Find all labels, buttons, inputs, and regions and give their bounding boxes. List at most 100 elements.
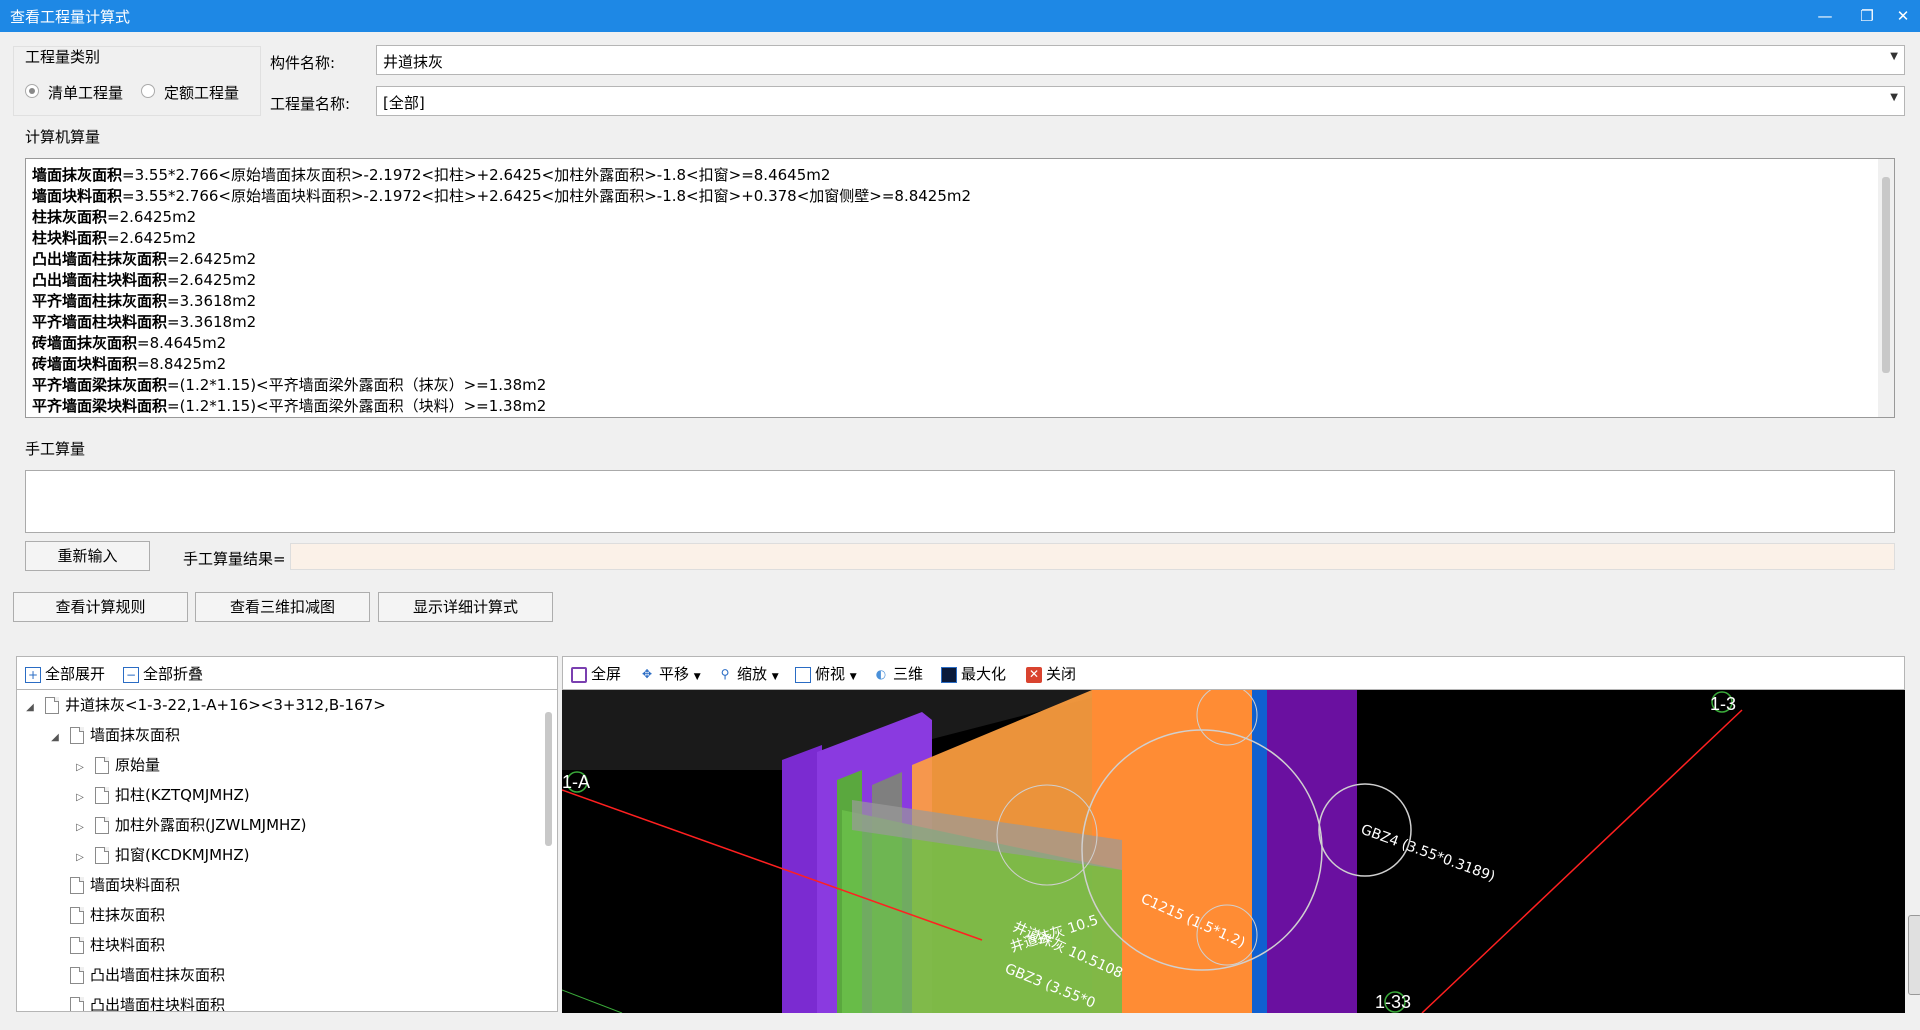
- edge-blue: [1252, 690, 1267, 1013]
- axis-label-13: 1-3: [1710, 694, 1736, 714]
- tree-node-label: 井道抹灰<1-3-22,1-A+16><3+312,B-167>: [65, 696, 386, 714]
- 3d-view-canvas[interactable]: 1-A 1-3 1-33 GBZ4 (3.55*0.3189) C1215 (1…: [562, 690, 1905, 1013]
- calc-line: 砖墙面块料面积=8.8425m2: [32, 354, 1882, 375]
- tree-node[interactable]: 柱块料面积: [48, 930, 165, 960]
- chevron-down-icon: ▼: [1890, 51, 1898, 62]
- 3d-scene: 1-A 1-3 1-33 GBZ4 (3.55*0.3189) C1215 (1…: [562, 690, 1743, 1013]
- expand-all-button[interactable]: + 全部展开: [25, 663, 105, 685]
- calc-line: 平齐墙面梁块料面积=(1.2*1.15)<平齐墙面梁外露面积（块料）>=1.38…: [32, 396, 1882, 417]
- minimize-icon[interactable]: —: [1810, 4, 1840, 28]
- expander-icon[interactable]: ▷: [73, 783, 87, 813]
- view-toolbar: 全屏 ✥ 平移 ▼ ⚲ 缩放 ▼ 俯视 ▼ ◐ 三维 最大化 ✕ 关闭: [562, 656, 1905, 690]
- window-titlebar[interactable]: 查看工程量计算式 — ❐ ✕: [0, 0, 1920, 32]
- expand-all-label: 全部展开: [45, 665, 106, 683]
- document-icon: [70, 967, 84, 984]
- calc-line-expr: =8.4645m2: [137, 334, 227, 352]
- tree-node[interactable]: 柱抹灰面积: [48, 900, 165, 930]
- radio-list-quantity[interactable]: [25, 84, 39, 98]
- fullscreen-button[interactable]: 全屏: [571, 663, 621, 685]
- axis-label-133: 1-33: [1375, 992, 1411, 1012]
- computer-calc-box[interactable]: 墙面抹灰面积=3.55*2.766<原始墙面抹灰面积>-2.1972<扣柱>+2…: [25, 158, 1895, 418]
- expander-icon[interactable]: ◢: [23, 693, 37, 723]
- tree-node[interactable]: 凸出墙面柱块料面积: [48, 990, 225, 1011]
- calc-line-expr: =2.6425m2: [107, 208, 197, 226]
- expander-icon[interactable]: ▷: [73, 753, 87, 783]
- close-icon: ✕: [1026, 666, 1042, 683]
- document-icon: [45, 697, 59, 714]
- calc-line: 凸出墙面柱块料面积=2.6425m2: [32, 270, 1882, 291]
- collapse-all-button[interactable]: − 全部折叠: [123, 663, 203, 685]
- calc-line: 柱块料面积=2.6425m2: [32, 228, 1882, 249]
- reinput-button[interactable]: 重新输入: [25, 541, 150, 571]
- tree-node[interactable]: ▷ 加柱外露面积(JZWLMJMHZ): [73, 810, 306, 840]
- pan-button[interactable]: ✥ 平移 ▼: [639, 663, 701, 685]
- calc-line-name: 墙面抹灰面积: [32, 166, 123, 184]
- calc-line-expr: =3.55*2.766<原始墙面块料面积>-2.1972<扣柱>+2.6425<…: [122, 187, 972, 205]
- calc-scrollbar-thumb[interactable]: [1882, 177, 1890, 373]
- edge-scroll-handle[interactable]: [1908, 915, 1920, 995]
- plus-icon: +: [25, 666, 41, 683]
- tree-node-label: 柱块料面积: [90, 936, 166, 954]
- restore-icon[interactable]: ❐: [1852, 4, 1882, 28]
- 3d-button[interactable]: ◐ 三维: [873, 663, 923, 685]
- tree-node-label: 墙面抹灰面积: [90, 726, 181, 744]
- tree-node[interactable]: ▷ 扣柱(KZTQMJMHZ): [73, 780, 250, 810]
- sphere-icon: ◐: [875, 666, 887, 681]
- maximize-button[interactable]: 最大化: [941, 663, 1006, 685]
- calc-scrollbar[interactable]: [1878, 159, 1894, 417]
- tree-scrollbar-thumb[interactable]: [545, 712, 552, 846]
- radio-list-quantity-label[interactable]: 清单工程量: [48, 82, 123, 103]
- expander-icon[interactable]: ◢: [48, 723, 62, 753]
- document-icon: [70, 727, 84, 744]
- close-icon[interactable]: ✕: [1888, 4, 1918, 28]
- calc-line: 砖墙面抹灰面积=8.4645m2: [32, 333, 1882, 354]
- zoom-button[interactable]: ⚲ 缩放 ▼: [717, 663, 779, 685]
- expander-icon[interactable]: ▷: [73, 843, 87, 873]
- manual-input[interactable]: [25, 470, 1895, 533]
- axis-label-1A: 1-A: [562, 772, 590, 792]
- view-3d-deduction-button[interactable]: 查看三维扣减图: [195, 592, 370, 622]
- calc-line-name: 柱块料面积: [32, 229, 108, 247]
- view-rules-button[interactable]: 查看计算规则: [13, 592, 188, 622]
- show-detail-formula-button[interactable]: 显示详细计算式: [378, 592, 553, 622]
- tree-node[interactable]: ▷ 原始量: [73, 750, 160, 780]
- quantity-label: 工程量名称:: [270, 95, 351, 113]
- calc-line-name: 平齐墙面梁抹灰面积: [32, 376, 168, 394]
- tree-node[interactable]: ▷ 扣窗(KCDKMJMHZ): [73, 840, 249, 870]
- tree-node[interactable]: ◢ 井道抹灰<1-3-22,1-A+16><3+312,B-167>: [23, 690, 386, 720]
- calc-line: 平齐墙面柱抹灰面积=3.3618m2: [32, 291, 1882, 312]
- calc-line-name: 凸出墙面柱块料面积: [32, 271, 168, 289]
- calc-line-name: 平齐墙面柱抹灰面积: [32, 292, 168, 310]
- wall-purple-right: [1267, 690, 1357, 1013]
- 3d-label: 三维: [893, 665, 924, 683]
- quantity-select[interactable]: [全部] ▼: [376, 86, 1905, 116]
- tree-node[interactable]: 凸出墙面柱抹灰面积: [48, 960, 225, 990]
- window-title: 查看工程量计算式: [10, 8, 131, 26]
- tree-scrollbar[interactable]: [541, 690, 557, 1011]
- component-select[interactable]: 井道抹灰 ▼: [376, 45, 1905, 75]
- magnifier-icon: ⚲: [720, 666, 730, 681]
- calc-line-name: 平齐墙面梁块料面积: [32, 397, 168, 415]
- calc-line-expr: =3.3618m2: [167, 292, 257, 310]
- radio-quota-quantity-label[interactable]: 定额工程量: [164, 82, 239, 103]
- expander-icon[interactable]: ▷: [73, 813, 87, 843]
- calc-line-expr: =2.6425m2: [167, 250, 257, 268]
- calc-line-expr: =8.8425m2: [137, 355, 227, 373]
- tree-node[interactable]: 墙面块料面积: [48, 870, 180, 900]
- close-view-button[interactable]: ✕ 关闭: [1026, 663, 1076, 685]
- axis-line-green: [562, 989, 623, 1013]
- column-purple-left: [782, 745, 822, 1013]
- tree-node[interactable]: ◢ 墙面抹灰面积: [48, 720, 180, 750]
- calc-tree[interactable]: ◢ 井道抹灰<1-3-22,1-A+16><3+312,B-167> ◢ 墙面抹灰面积…: [16, 690, 558, 1012]
- tree-node-label: 扣柱(KZTQMJMHZ): [115, 786, 250, 804]
- chevron-down-icon: ▼: [771, 672, 779, 682]
- manual-result-field[interactable]: [290, 543, 1895, 570]
- calc-line-expr: =3.55*2.766<原始墙面抹灰面积>-2.1972<扣柱>+2.6425<…: [122, 166, 831, 184]
- calc-line-expr: =(1.2*1.15)<平齐墙面梁外露面积（块料）>=1.38m2: [167, 397, 547, 415]
- document-icon: [70, 937, 84, 954]
- top-view-button[interactable]: 俯视 ▼: [795, 663, 857, 685]
- radio-quota-quantity[interactable]: [141, 84, 155, 98]
- calc-line-name: 墙面块料面积: [32, 187, 123, 205]
- calc-line-name: 砖墙面抹灰面积: [32, 334, 138, 352]
- calc-line-expr: =(1.2*1.15)<平齐墙面梁外露面积（抹灰）>=1.38m2: [167, 376, 547, 394]
